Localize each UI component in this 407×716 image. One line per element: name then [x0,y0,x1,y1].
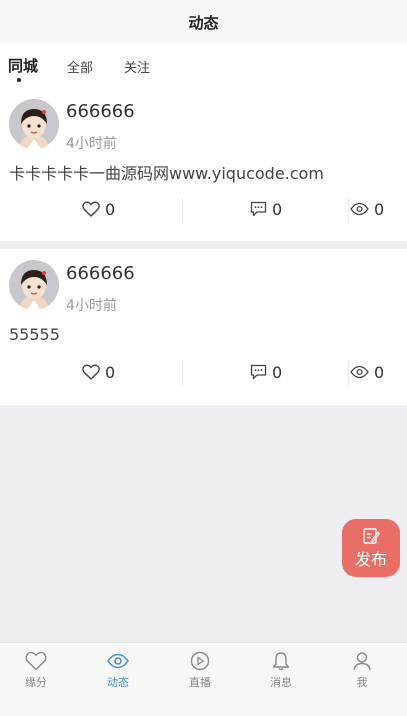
tabbar-label: 直播 [189,676,211,689]
tab-following[interactable]: 关注 [124,57,150,76]
heart-icon [82,201,100,217]
feed-tabs: 同城 全部 关注 [0,44,407,88]
view-count-item: 0 [350,356,384,388]
edit-icon [363,527,380,544]
tab-all[interactable]: 全部 [67,57,93,76]
post-card[interactable]: 666666 4小时前 卡卡卡卡卡一曲源码网www.yiqucode.com 0… [0,88,407,241]
comment-count: 0 [272,362,283,382]
eye-icon [107,653,129,669]
avatar[interactable] [9,260,59,310]
publish-button[interactable]: 发布 [342,519,400,577]
post-username[interactable]: 666666 [66,263,135,284]
tabbar-item-feed[interactable]: 动态 [88,651,148,690]
tabbar-item-me[interactable]: 我 [332,651,392,690]
active-tab-indicator [17,78,21,82]
page-title: 动态 [188,13,219,32]
tabbar-item-match[interactable]: 缘分 [6,651,66,690]
navigation-bar: 动态 [0,0,407,44]
post-actions: 0 0 0 [0,193,407,225]
tabbar-label: 缘分 [25,676,47,689]
comment-icon [250,201,267,217]
like-count: 0 [105,362,116,382]
like-button[interactable]: 0 [82,193,115,225]
view-count: 0 [374,362,385,382]
view-count-item: 0 [350,193,384,225]
eye-icon [350,202,369,216]
tab-nearby[interactable]: 同城 [8,55,38,76]
comment-button[interactable]: 0 [250,193,282,225]
comment-count: 0 [272,199,283,219]
post-username[interactable]: 666666 [66,101,135,122]
bell-icon [272,652,290,671]
post-actions: 0 0 0 [0,356,407,388]
bottom-tab-bar: 缘分 动态 直播 消息 我 [0,642,407,716]
post-time: 4小时前 [66,136,117,152]
heart-icon [25,651,47,671]
avatar[interactable] [9,99,59,149]
divider [348,360,349,386]
tabbar-item-messages[interactable]: 消息 [251,651,311,690]
view-count: 0 [374,199,385,219]
post-card[interactable]: 666666 4小时前 55555 0 0 0 [0,249,407,405]
post-content: 55555 [9,325,60,344]
eye-icon [350,365,369,379]
tabbar-item-live[interactable]: 直播 [170,651,230,690]
divider [182,360,183,386]
divider [348,197,349,223]
tabbar-label: 消息 [270,676,292,689]
play-icon [190,651,210,671]
comment-button[interactable]: 0 [250,356,282,388]
like-count: 0 [105,199,116,219]
like-button[interactable]: 0 [82,356,115,388]
divider [182,197,183,223]
tabbar-label: 我 [356,676,368,689]
tabbar-label: 动态 [107,676,129,689]
user-icon [353,652,371,671]
heart-icon [82,364,100,380]
comment-icon [250,364,267,380]
publish-label: 发布 [354,549,387,569]
post-time: 4小时前 [66,298,117,314]
post-content: 卡卡卡卡卡一曲源码网www.yiqucode.com [9,164,324,183]
